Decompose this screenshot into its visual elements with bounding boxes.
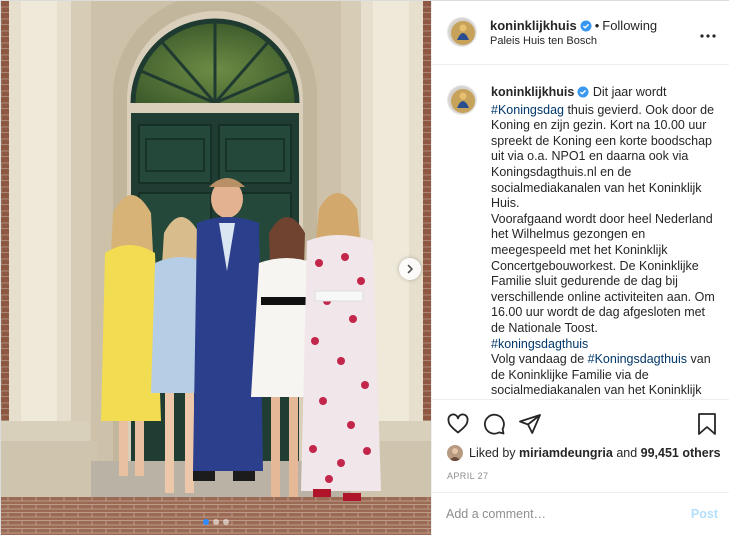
following-button[interactable]: Following xyxy=(602,18,657,33)
post-date[interactable]: APRIL 27 xyxy=(447,471,488,481)
post-header: koninklijkhuis • Following Paleis Huis ten… xyxy=(432,1,729,65)
hashtag-link[interactable]: #Koningsdag xyxy=(491,103,564,117)
post-caption: koninklijkhuis Dit jaar wordt #Koningsda… xyxy=(491,85,719,399)
post-location[interactable]: Paleis Huis ten Bosch xyxy=(490,35,597,47)
post-photo[interactable] xyxy=(1,1,431,535)
likes-joiner: and xyxy=(616,446,638,460)
comments-area[interactable]: koninklijkhuis Dit jaar wordt #Koningsda… xyxy=(432,65,729,399)
bookmark-icon xyxy=(696,413,718,440)
more-options-icon xyxy=(700,25,716,42)
instagram-post-dialog: koninklijkhuis • Following Paleis Huis ten… xyxy=(0,0,729,535)
caption-username[interactable]: koninklijkhuis xyxy=(491,85,574,99)
verified-icon xyxy=(580,20,592,35)
separator-dot: • xyxy=(594,18,600,33)
caption-segment: Dit jaar wordt xyxy=(589,85,667,99)
carousel-dot xyxy=(223,519,229,525)
share-icon xyxy=(518,414,542,440)
author-avatar[interactable] xyxy=(447,17,477,47)
verified-icon xyxy=(577,86,589,103)
carousel-dot xyxy=(213,519,219,525)
carousel-dot xyxy=(203,519,209,525)
like-button[interactable] xyxy=(446,412,470,441)
liker-username[interactable]: miriamdeungria xyxy=(519,446,613,460)
share-button[interactable] xyxy=(518,412,542,441)
caption-segment: thuis gevierd. Ook door de Koning en zij… xyxy=(491,102,715,211)
post-actions: Liked by miriamdeungria and 99,451 other… xyxy=(432,399,729,535)
liker-avatar[interactable] xyxy=(447,445,463,461)
more-options-button[interactable] xyxy=(700,25,716,43)
post-sidebar: koninklijkhuis • Following Paleis Huis ten… xyxy=(431,1,729,535)
comment-icon xyxy=(482,413,506,440)
caption-segment: Voorafgaand wordt door heel Nederland he… xyxy=(491,211,715,335)
author-username[interactable]: koninklijkhuis xyxy=(490,18,577,33)
heart-icon xyxy=(446,413,470,440)
likes-summary: Liked by miriamdeungria and 99,451 other… xyxy=(447,444,721,462)
chevron-right-icon xyxy=(405,264,415,274)
carousel-dots xyxy=(1,519,431,525)
carousel-next-button[interactable] xyxy=(399,258,421,280)
comment-bar: Post xyxy=(432,492,729,535)
caption-text: Dit jaar wordt #Koningsdag thuis gevierd… xyxy=(491,85,715,399)
caption-avatar[interactable] xyxy=(447,85,477,115)
likes-prefix: Liked by xyxy=(469,446,516,460)
caption-segment: Volg vandaag de xyxy=(491,352,588,367)
save-button[interactable] xyxy=(696,412,718,441)
hashtag-link[interactable]: #Koningsdagthuis xyxy=(588,352,687,366)
comment-input[interactable] xyxy=(446,505,676,523)
comment-button[interactable] xyxy=(482,412,506,441)
likes-others-link[interactable]: 99,451 others xyxy=(641,446,721,460)
post-comment-button[interactable]: Post xyxy=(691,507,718,521)
hashtag-link[interactable]: #koningsdagthuis xyxy=(491,337,588,351)
photo-image xyxy=(1,1,431,535)
